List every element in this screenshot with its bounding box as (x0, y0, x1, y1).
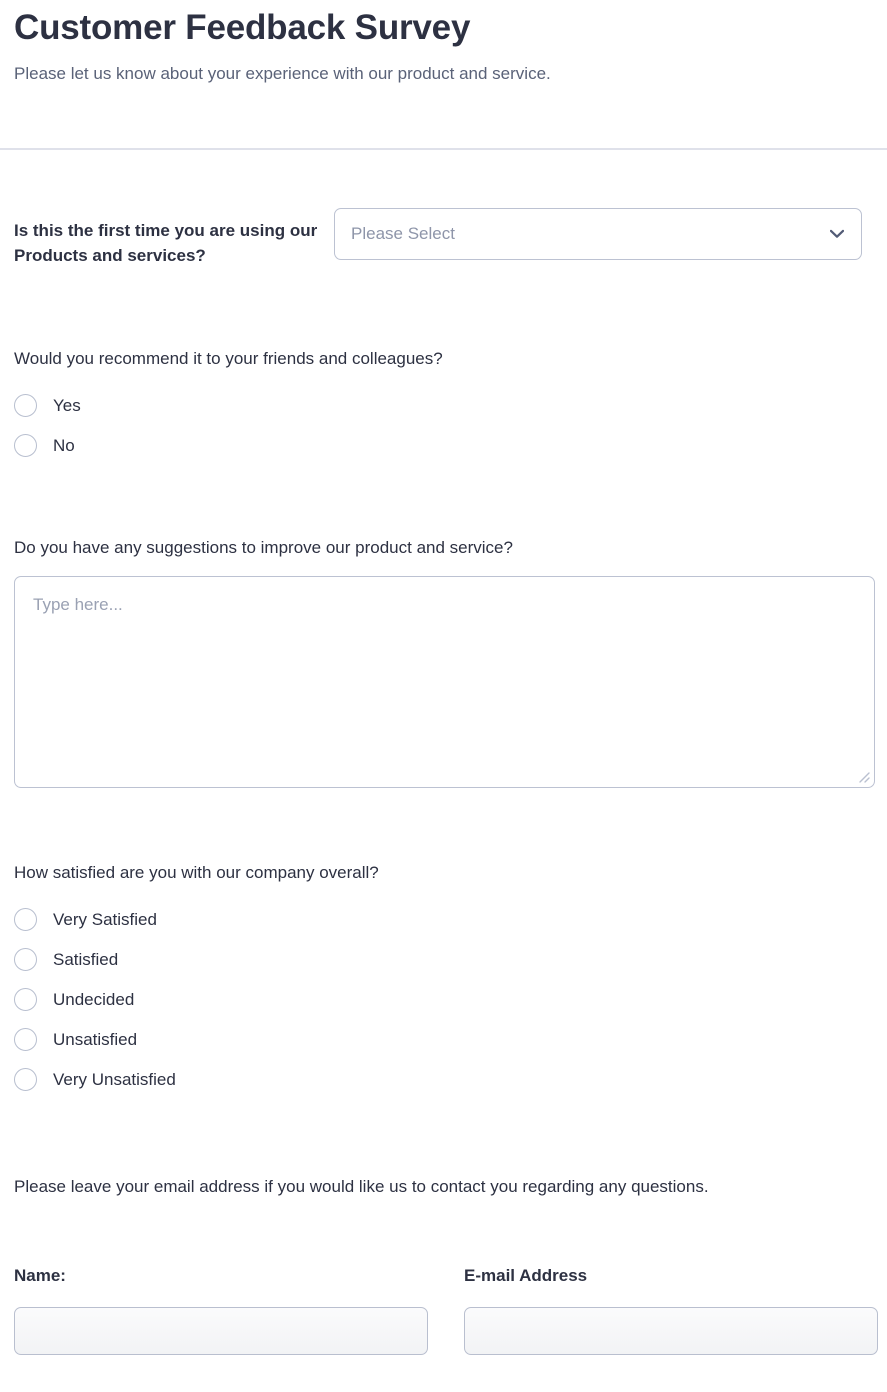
radio-label: Unsatisfied (53, 1029, 138, 1049)
radio-label: Undecided (53, 989, 135, 1009)
suggestions-textarea[interactable]: Type here... (14, 576, 875, 788)
question-satisfaction-label: How satisfied are you with our company o… (14, 863, 379, 882)
radio-option-satisfied[interactable]: Satisfied (14, 939, 873, 979)
radio-label: Very Unsatisfied (53, 1069, 176, 1089)
radio-option-undecided[interactable]: Undecided (14, 979, 873, 1019)
page-title: Customer Feedback Survey (14, 8, 471, 47)
radio-label: Yes (53, 395, 81, 415)
contact-fields-row: Name: E-mail Address (14, 1203, 878, 1355)
email-label: E-mail Address (464, 1266, 588, 1285)
survey-header: Customer Feedback Survey Please let us k… (0, 0, 887, 150)
radio-label: Very Satisfied (53, 909, 157, 929)
email-field-group: E-mail Address (464, 1265, 878, 1355)
radio-circle-icon[interactable] (14, 947, 37, 971)
question-satisfaction: How satisfied are you with our company o… (14, 788, 873, 1099)
radio-option-yes[interactable]: Yes (14, 385, 873, 425)
radio-option-very-unsatisfied[interactable]: Very Unsatisfied (14, 1059, 873, 1099)
page-subtitle: Please let us know about your experience… (14, 64, 551, 83)
radio-label: Satisfied (53, 949, 119, 969)
first-time-select-placeholder: Please Select (351, 224, 455, 243)
first-time-select[interactable]: Please Select (334, 208, 862, 260)
survey-form: Is this the first time you are using our… (0, 150, 887, 1355)
question-first-time-label: Is this the first time you are using our… (14, 221, 318, 265)
recommend-radio-group: Yes No (14, 385, 873, 465)
name-field-group: Name: (14, 1265, 428, 1355)
radio-circle-icon[interactable] (14, 433, 37, 457)
radio-circle-icon[interactable] (14, 907, 37, 931)
radio-circle-icon[interactable] (14, 1027, 37, 1051)
question-suggestions: Do you have any suggestions to improve o… (14, 465, 875, 788)
survey-page: Customer Feedback Survey Please let us k… (0, 0, 887, 1392)
question-recommend: Would you recommend it to your friends a… (14, 268, 873, 465)
question-suggestions-label: Do you have any suggestions to improve o… (14, 538, 513, 557)
question-first-time: Is this the first time you are using our… (14, 150, 873, 268)
resize-grip-icon[interactable] (856, 769, 870, 783)
first-time-select-wrapper[interactable]: Please Select (334, 208, 862, 260)
suggestions-placeholder: Type here... (33, 595, 123, 614)
contact-note: Please leave your email address if you w… (14, 1177, 709, 1196)
radio-option-very-satisfied[interactable]: Very Satisfied (14, 899, 873, 939)
name-label: Name: (14, 1266, 66, 1285)
radio-circle-icon[interactable] (14, 393, 37, 417)
radio-circle-icon[interactable] (14, 1067, 37, 1091)
question-recommend-label: Would you recommend it to your friends a… (14, 349, 443, 368)
email-input[interactable] (464, 1307, 878, 1355)
radio-option-unsatisfied[interactable]: Unsatisfied (14, 1019, 873, 1059)
satisfaction-radio-group: Very Satisfied Satisfied Undecided Unsat… (14, 899, 873, 1099)
name-input[interactable] (14, 1307, 428, 1355)
radio-label: No (53, 435, 75, 455)
radio-option-no[interactable]: No (14, 425, 873, 465)
radio-circle-icon[interactable] (14, 987, 37, 1011)
